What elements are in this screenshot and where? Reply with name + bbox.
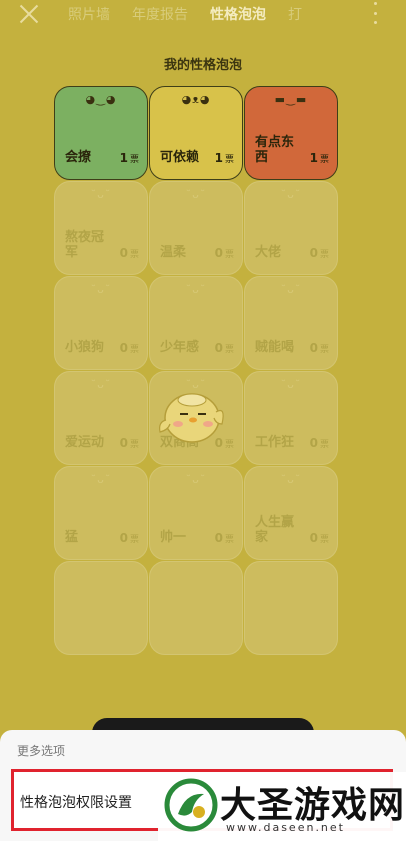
bubble-name: 温柔	[160, 245, 187, 260]
bubble-card[interactable]: ˘ᴗ˘ 温柔 0票	[149, 181, 243, 275]
bubble-card[interactable]: ˘ᴗ˘ 爱运动 0票	[54, 371, 148, 465]
bubble-card[interactable]: ˘ᴗ˘ 猛 0票	[54, 466, 148, 560]
face-icon: ˘ᴗ˘	[90, 378, 112, 391]
bubble-card[interactable]: ˘ᴗ˘ 工作狂 0票	[244, 371, 338, 465]
close-icon[interactable]	[18, 3, 40, 25]
sheet-title: 更多选项	[17, 744, 66, 758]
bubble-card[interactable]	[244, 561, 338, 655]
tab-next[interactable]: 打	[288, 4, 302, 24]
bubble-name: 少年感	[160, 340, 200, 355]
bubble-card[interactable]: ◕‿◕ 会撩 1票	[54, 86, 148, 180]
top-bar: 照片墙 年度报告 性格泡泡 打	[0, 0, 406, 30]
watermark-url: www.daseen.net	[226, 821, 345, 834]
face-icon: ˘ᴗ˘	[280, 283, 302, 296]
bubble-votes: 0票	[119, 436, 139, 450]
bubble-name: 可依赖	[160, 150, 200, 165]
bubble-card[interactable]: ˘ᴗ˘ 人生赢家 0票	[244, 466, 338, 560]
bubble-votes: 0票	[309, 436, 329, 450]
face-icon: ˘ᴗ˘	[90, 283, 112, 296]
bubble-votes: 0票	[119, 531, 139, 545]
bubble-votes: 1票	[309, 151, 329, 165]
bubble-card[interactable]: ˘ᴗ˘ 少年感 0票	[149, 276, 243, 370]
bubble-name: 有点东西	[255, 135, 295, 165]
bubble-name: 人生赢家	[255, 515, 295, 545]
bubble-card[interactable]: ˘ᴗ˘ 小狼狗 0票	[54, 276, 148, 370]
face-icon: ˘ᴗ˘	[90, 188, 112, 201]
bubble-votes: 0票	[309, 246, 329, 260]
bubble-name: 帅一	[160, 530, 187, 545]
bubble-card[interactable]: ˘ᴗ˘ 贼能喝 0票	[244, 276, 338, 370]
bubble-votes: 1票	[119, 151, 139, 165]
bubble-votes: 0票	[214, 341, 234, 355]
face-icon: ▬‿▬	[274, 93, 308, 106]
bubble-votes: 1票	[214, 151, 234, 165]
chick-mascot-icon	[159, 393, 224, 443]
bubble-votes: 0票	[214, 246, 234, 260]
face-icon: ˘ᴗ˘	[280, 378, 302, 391]
bubble-name: 小狼狗	[65, 340, 105, 355]
bubble-card[interactable]	[54, 561, 148, 655]
option-label: 性格泡泡权限设置	[20, 795, 132, 811]
bubble-votes: 0票	[309, 341, 329, 355]
bubble-votes: 0票	[119, 246, 139, 260]
bubble-card[interactable]: ◕ᴥ◕ 可依赖 1票	[149, 86, 243, 180]
bubble-card[interactable]: ˘ᴗ˘ 熬夜冠军 0票	[54, 181, 148, 275]
bubble-name: 熬夜冠军	[65, 230, 105, 260]
face-icon: ◕ᴥ◕	[181, 93, 211, 106]
bubble-name: 大佬	[255, 245, 282, 260]
bubble-name: 猛	[65, 530, 79, 545]
bubble-grid: ◕‿◕ 会撩 1票 ◕ᴥ◕ 可依赖 1票 ▬‿▬ 有点东西 1票 ˘ᴗ˘ 熬夜冠…	[54, 86, 346, 655]
brand-logo-icon	[164, 778, 218, 832]
bubble-name: 会撩	[65, 150, 92, 165]
bubble-votes: 0票	[214, 531, 234, 545]
tab-bar: 照片墙 年度报告 性格泡泡 打	[68, 4, 302, 24]
tab-photo-wall[interactable]: 照片墙	[68, 4, 110, 24]
tab-annual-report[interactable]: 年度报告	[132, 4, 188, 24]
bubble-card[interactable]: ˘ᴗ˘ 帅一 0票	[149, 466, 243, 560]
app-background: 照片墙 年度报告 性格泡泡 打 我的性格泡泡 ◕‿◕ 会撩 1票 ◕ᴥ◕ 可依赖…	[0, 0, 406, 841]
bubble-votes: 0票	[309, 531, 329, 545]
bubble-card[interactable]	[149, 561, 243, 655]
face-icon: ˘ᴗ˘	[280, 188, 302, 201]
face-icon: ˘ᴗ˘	[185, 283, 207, 296]
bubble-name: 爱运动	[65, 435, 105, 450]
tab-personality-bubbles[interactable]: 性格泡泡	[210, 4, 266, 24]
face-icon: ˘ᴗ˘	[185, 188, 207, 201]
face-icon: ◕‿◕	[85, 93, 117, 106]
watermark: 大圣游戏网 www.daseen.net	[158, 772, 406, 841]
face-icon: ˘ᴗ˘	[185, 473, 207, 486]
bubble-card[interactable]: ˘ᴗ˘ 大佬 0票	[244, 181, 338, 275]
more-options-icon[interactable]	[372, 2, 378, 24]
bubble-name: 贼能喝	[255, 340, 295, 355]
bubble-card[interactable]: ▬‿▬ 有点东西 1票	[244, 86, 338, 180]
bubble-name: 工作狂	[255, 435, 295, 450]
section-title: 我的性格泡泡	[163, 58, 242, 73]
face-icon: ˘ᴗ˘	[280, 473, 302, 486]
bubble-votes: 0票	[119, 341, 139, 355]
face-icon: ˘ᴗ˘	[90, 473, 112, 486]
